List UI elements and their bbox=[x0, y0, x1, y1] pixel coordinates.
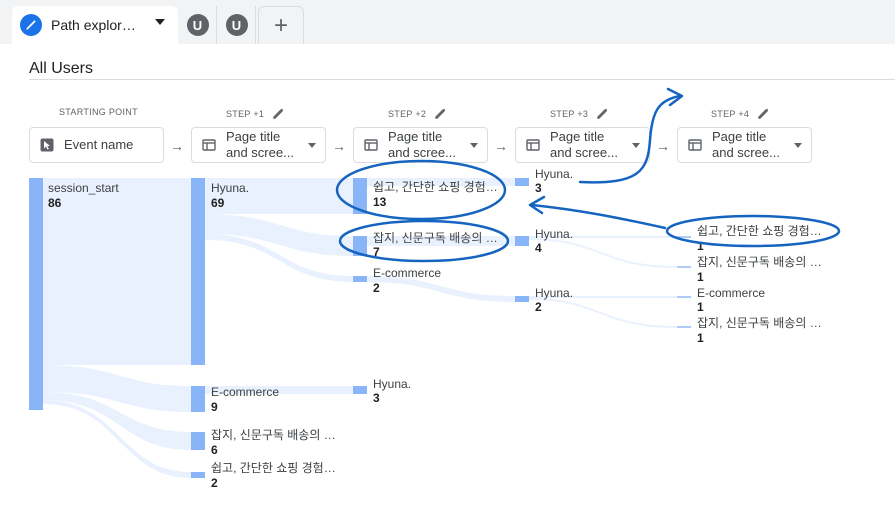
node-label[interactable]: E-commerce bbox=[373, 266, 501, 280]
flow-ribbon bbox=[529, 238, 677, 268]
flow-ribbon bbox=[205, 214, 353, 256]
node-count: 3 bbox=[373, 391, 380, 405]
node-count: 7 bbox=[373, 245, 380, 259]
node-label[interactable]: E-commerce bbox=[211, 385, 341, 399]
node-label[interactable]: 잡지, 신문구독 배송의 모... bbox=[211, 428, 341, 442]
node-count: 2 bbox=[211, 476, 218, 490]
node-label[interactable]: Hyuna. bbox=[535, 227, 655, 241]
node-label[interactable]: Hyuna. bbox=[535, 167, 655, 181]
bar-step2-node[interactable] bbox=[353, 236, 367, 256]
bar-session-start[interactable] bbox=[29, 178, 43, 410]
node-count: 13 bbox=[373, 195, 387, 209]
node-count: 6 bbox=[211, 443, 218, 457]
flow-ribbon bbox=[529, 298, 677, 328]
bar-step1-node[interactable] bbox=[191, 432, 205, 450]
node-count: 3 bbox=[535, 181, 542, 195]
node-count: 69 bbox=[211, 196, 225, 210]
node-count: 2 bbox=[535, 300, 542, 314]
node-label[interactable]: 잡지, 신문구독 배송의 모... bbox=[373, 231, 501, 245]
bar-step4-node[interactable] bbox=[677, 236, 691, 238]
node-count: 9 bbox=[211, 400, 218, 414]
node-label[interactable]: 잡지, 신문구독 배송의 모... bbox=[697, 316, 829, 330]
node-count: 1 bbox=[697, 300, 704, 314]
bar-step1-node[interactable] bbox=[191, 472, 205, 478]
node-label[interactable]: 쉽고, 간단한 쇼핑 경험이... bbox=[211, 461, 341, 475]
bar-step2-node[interactable] bbox=[353, 386, 367, 394]
bar-step4-node[interactable] bbox=[677, 296, 691, 298]
bar-step2-node[interactable] bbox=[353, 276, 367, 282]
node-count: 2 bbox=[373, 281, 380, 295]
bar-step3-node[interactable] bbox=[515, 178, 529, 186]
node-label[interactable]: E-commerce bbox=[697, 286, 829, 300]
bar-step2-node[interactable] bbox=[353, 178, 367, 214]
bar-step4-node[interactable] bbox=[677, 326, 691, 328]
bar-step4-node[interactable] bbox=[677, 266, 691, 268]
node-label[interactable]: Hyuna. bbox=[535, 286, 655, 300]
bar-step3-node[interactable] bbox=[515, 236, 529, 246]
node-label[interactable]: 쉽고, 간단한 쇼핑 경험이... bbox=[373, 180, 501, 194]
flow-ribbon bbox=[43, 178, 191, 365]
node-count: 4 bbox=[535, 241, 542, 255]
bar-step1-node[interactable] bbox=[191, 386, 205, 412]
node-count: 1 bbox=[697, 270, 704, 284]
node-count: 86 bbox=[48, 196, 62, 210]
node-label[interactable]: Hyuna. bbox=[211, 181, 341, 195]
node-count: 1 bbox=[697, 239, 704, 253]
node-label[interactable]: session_start bbox=[48, 181, 178, 195]
bar-step1-node[interactable] bbox=[191, 178, 205, 365]
bar-step3-node[interactable] bbox=[515, 296, 529, 302]
node-label[interactable]: Hyuna. bbox=[373, 377, 501, 391]
node-label[interactable]: 쉽고, 간단한 쇼핑 경험이... bbox=[697, 224, 829, 238]
node-label[interactable]: 잡지, 신문구독 배송의 모... bbox=[697, 255, 829, 269]
node-count: 1 bbox=[697, 331, 704, 345]
